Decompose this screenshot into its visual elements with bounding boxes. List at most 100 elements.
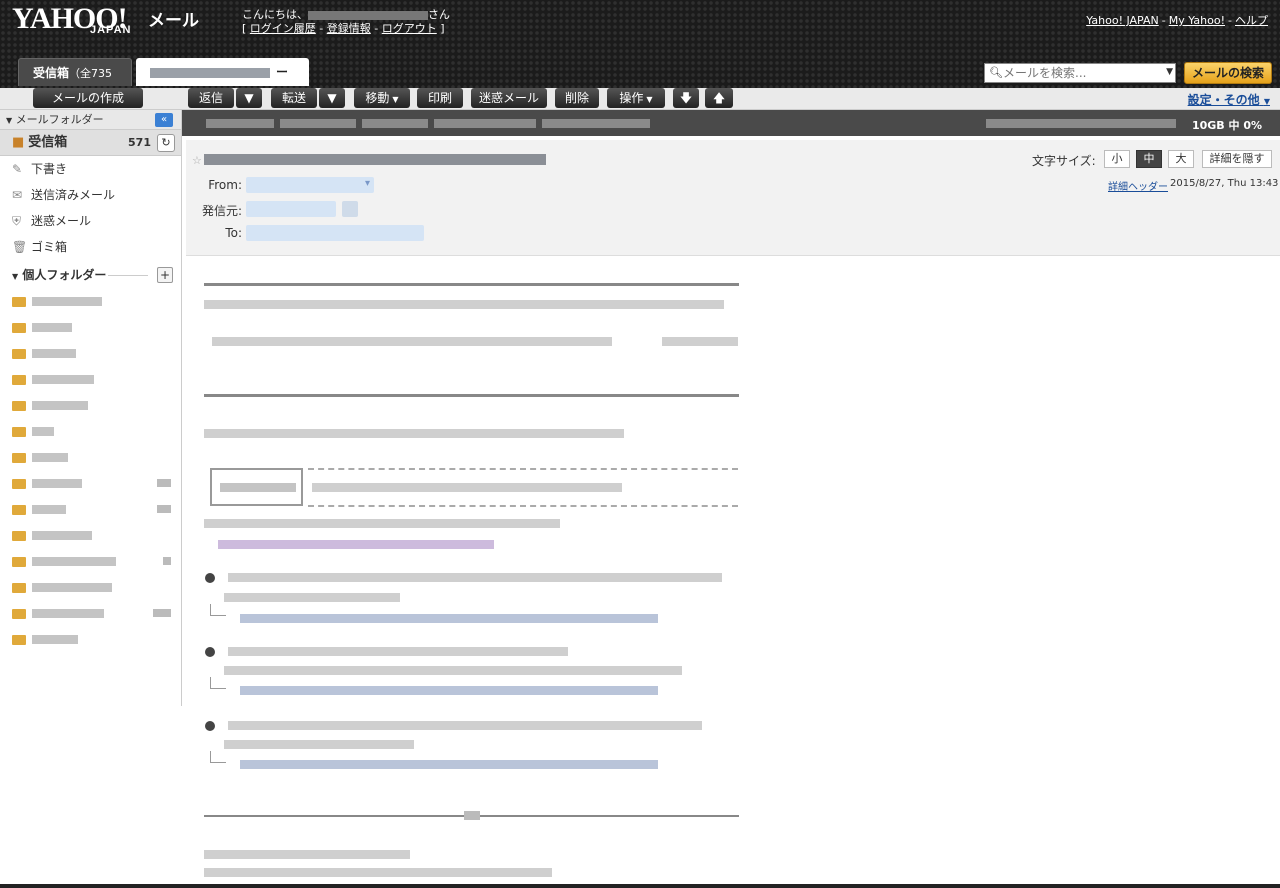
shortcut-link-blurred[interactable] <box>206 119 274 128</box>
forward-dropdown-button[interactable]: ▼ <box>319 88 345 108</box>
folder-item[interactable] <box>0 444 181 470</box>
product-name: メール <box>148 11 199 31</box>
sidebar: ▼ メールフォルダー « ■ 受信箱 571 ↻ ✎ 下書き ✉ 送信済みメール ⛨ 迷… <box>0 110 182 706</box>
tab-close-icon[interactable]: ー <box>276 65 288 79</box>
personal-folders-header[interactable]: ▼ 個人フォルダー + <box>0 262 181 288</box>
folder-item[interactable] <box>0 288 181 314</box>
settings-label: 設定・その他 <box>1187 93 1260 107</box>
yahoo-logo-sub: JAPAN <box>90 24 132 36</box>
folder-name-blurred <box>32 297 102 306</box>
folder-item[interactable] <box>0 366 181 392</box>
from-chip[interactable]: ▾ <box>246 177 374 193</box>
folder-item[interactable] <box>0 340 181 366</box>
folder-item[interactable] <box>0 418 181 444</box>
prev-message-button[interactable]: 🡅 <box>705 88 733 108</box>
chevron-down-icon: ▼ <box>646 95 653 104</box>
folder-item[interactable] <box>0 600 181 626</box>
font-size-large-button[interactable]: 大 <box>1168 150 1194 168</box>
settings-menu[interactable]: 設定・その他 ▼ <box>1188 91 1270 108</box>
body-line-blurred <box>204 429 624 438</box>
folder-name-blurred <box>32 635 78 644</box>
folder-item[interactable] <box>0 470 181 496</box>
body-link-blurred[interactable] <box>240 760 658 769</box>
refresh-icon[interactable]: ↻ <box>157 134 175 152</box>
divider <box>204 283 739 286</box>
shield-icon: ⛨ <box>12 214 22 228</box>
body-link-blurred[interactable] <box>218 540 494 549</box>
folder-name-blurred <box>32 323 72 332</box>
logout-link[interactable]: ログアウト <box>382 22 437 35</box>
body-line-blurred <box>228 721 702 730</box>
reply-button[interactable]: 返信 <box>188 88 234 108</box>
move-button[interactable]: 移動 ▼ <box>354 88 410 108</box>
shortcut-link-blurred[interactable] <box>362 119 428 128</box>
body-line-blurred <box>224 593 400 602</box>
folder-icon <box>12 634 26 645</box>
divider <box>204 394 739 397</box>
sidebar-item-spam[interactable]: ⛨ 迷惑メール <box>0 208 181 234</box>
hide-details-button[interactable]: 詳細を隠す <box>1202 150 1272 168</box>
body-line-blurred <box>212 337 612 346</box>
folder-item[interactable] <box>0 574 181 600</box>
to-chip[interactable] <box>246 225 424 241</box>
chevron-down-icon: ▼ <box>392 95 399 104</box>
mail-folders-header[interactable]: ▼ メールフォルダー « <box>0 110 181 130</box>
collapse-sidebar-icon[interactable]: « <box>155 113 173 127</box>
my-yahoo-link[interactable]: My Yahoo! <box>1169 14 1225 27</box>
sidebar-item-sent[interactable]: ✉ 送信済みメール <box>0 182 181 208</box>
search-box[interactable]: 🔍︎ ▼ <box>984 63 1176 83</box>
font-size-medium-button[interactable]: 中 <box>1136 150 1162 168</box>
compose-button[interactable]: メールの作成 <box>33 88 143 108</box>
shortcut-link-blurred[interactable] <box>280 119 356 128</box>
body-line-blurred <box>204 300 724 309</box>
folder-icon <box>12 400 26 411</box>
sender-chip[interactable] <box>246 201 336 217</box>
forward-button[interactable]: 転送 <box>271 88 317 108</box>
reply-dropdown-button[interactable]: ▼ <box>236 88 262 108</box>
sidebar-item-trash[interactable]: 🗑︎ ゴミ箱 <box>0 234 181 260</box>
folder-item[interactable] <box>0 314 181 340</box>
folder-item[interactable] <box>0 522 181 548</box>
print-button[interactable]: 印刷 <box>417 88 463 108</box>
chevron-down-icon: ▼ <box>1263 97 1270 106</box>
sidebar-item-drafts[interactable]: ✎ 下書き <box>0 156 181 182</box>
search-button[interactable]: メールの検索 <box>1184 62 1272 84</box>
registration-link[interactable]: 登録情報 <box>327 22 371 35</box>
actions-button[interactable]: 操作 ▼ <box>607 88 665 108</box>
chevron-down-icon: ▼ <box>327 91 337 105</box>
shortcut-link-blurred[interactable] <box>434 119 536 128</box>
chevron-down-icon[interactable]: ▼ <box>1166 67 1173 77</box>
folder-name-blurred <box>32 349 76 358</box>
detail-header-link[interactable]: 詳細ヘッダー <box>1108 178 1168 193</box>
add-folder-icon[interactable]: + <box>157 267 173 283</box>
folder-item[interactable] <box>0 548 181 574</box>
folder-item[interactable] <box>0 626 181 652</box>
spam-button[interactable]: 迷惑メール <box>471 88 547 108</box>
body-link-blurred[interactable] <box>240 686 658 695</box>
star-icon[interactable]: ☆ <box>192 154 202 167</box>
folder-icon <box>12 322 26 333</box>
sidebar-item-inbox[interactable]: ■ 受信箱 571 ↻ <box>0 130 181 156</box>
folder-icon <box>12 530 26 541</box>
folder-item[interactable] <box>0 392 181 418</box>
sidebar-item-label: 下書き <box>31 162 68 176</box>
next-message-button[interactable]: 🡇 <box>673 88 699 108</box>
body-line-blurred <box>204 519 560 528</box>
personal-folders-label: 個人フォルダー <box>22 268 107 282</box>
help-link[interactable]: ヘルプ <box>1235 14 1268 27</box>
delete-button[interactable]: 削除 <box>555 88 599 108</box>
greeting-prefix: こんにちは、 <box>242 8 308 21</box>
body-link-blurred[interactable] <box>240 614 658 623</box>
tab-inbox[interactable]: 受信箱（全735件） <box>18 58 132 109</box>
yahoo-japan-link[interactable]: Yahoo! JAPAN <box>1086 14 1159 27</box>
shortcut-link-blurred[interactable] <box>542 119 650 128</box>
font-size-small-button[interactable]: 小 <box>1104 150 1130 168</box>
search-input[interactable] <box>985 64 1145 82</box>
folder-item[interactable] <box>0 496 181 522</box>
folder-name-blurred <box>32 401 88 410</box>
sender-info-icon[interactable] <box>342 201 358 217</box>
login-history-link[interactable]: ログイン履歴 <box>250 22 316 35</box>
body-line-blurred <box>228 573 722 582</box>
sidebar-item-label: ゴミ箱 <box>31 240 68 254</box>
tab-message[interactable]: ー <box>136 58 309 86</box>
